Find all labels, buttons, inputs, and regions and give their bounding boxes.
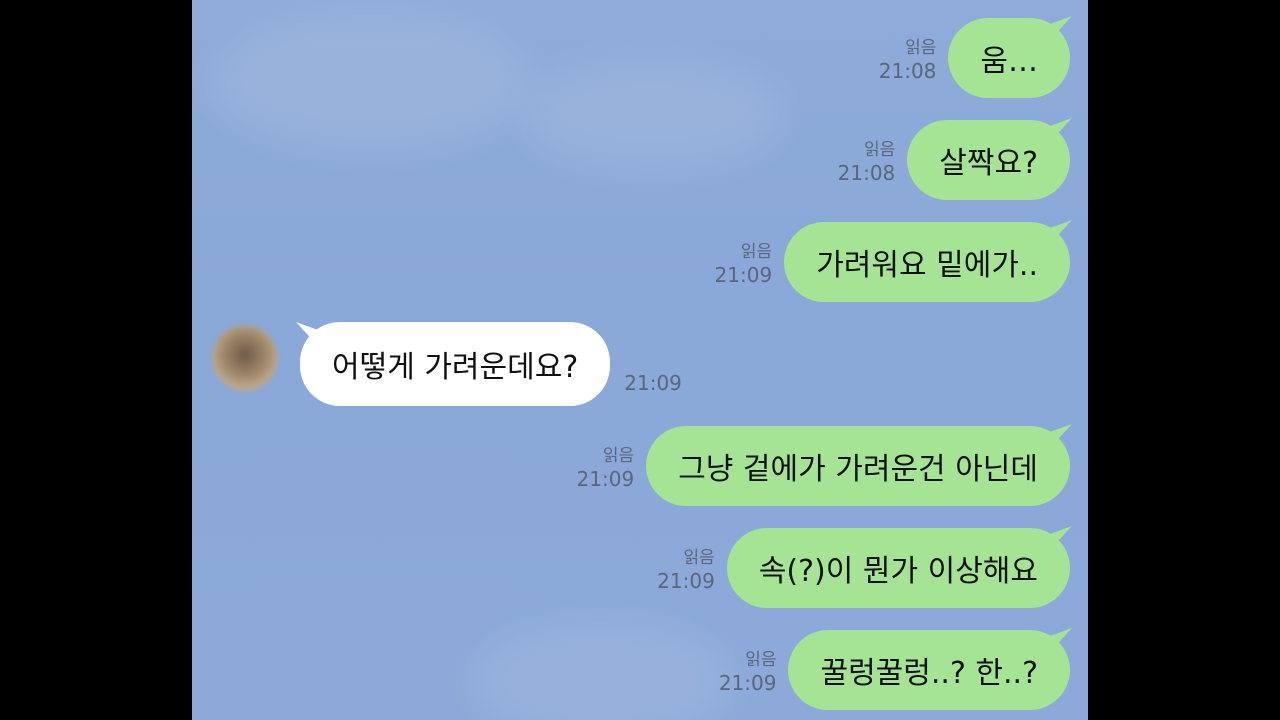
message-row-outgoing: 읽음 21:09 속(?)이 뭔가 이상해요 (657, 528, 1070, 608)
message-meta: 읽음 21:08 (838, 140, 896, 186)
message-bubble-outgoing[interactable]: 살짝요? (907, 120, 1070, 200)
message-bubble-outgoing[interactable]: 그냥 겉에가 가려운건 아닌데 (646, 426, 1070, 506)
background-cloud (522, 60, 782, 170)
chat-panel[interactable]: 읽음 21:08 움… 읽음 21:08 살짝요? 읽음 21:09 가려워요 … (192, 0, 1088, 720)
message-row-outgoing: 읽음 21:09 가려워요 밑에가.. (715, 222, 1070, 302)
background-cloud (212, 10, 532, 150)
message-row-outgoing: 읽음 21:08 살짝요? (838, 120, 1070, 200)
message-row-outgoing: 읽음 21:08 움… (879, 18, 1070, 98)
message-time: 21:08 (878, 59, 937, 83)
message-row-outgoing: 읽음 21:09 그냥 겉에가 가려운건 아닌데 (577, 426, 1070, 506)
read-receipt: 읽음 (602, 446, 635, 466)
read-receipt: 읽음 (683, 548, 715, 568)
message-meta: 읽음 21:09 (715, 242, 773, 288)
message-bubble-outgoing[interactable]: 움… (948, 18, 1070, 98)
message-time: 21:09 (714, 263, 773, 287)
message-text: 속(?)이 뭔가 이상해요 (758, 554, 1038, 589)
message-bubble-outgoing[interactable]: 가려워요 밑에가.. (784, 222, 1070, 302)
message-text: 가려워요 밑에가.. (816, 248, 1038, 283)
message-time: 21:09 (576, 467, 635, 491)
message-time: 21:09 (624, 371, 682, 395)
message-bubble-incoming[interactable]: 어떻게 가려운데요? (300, 322, 611, 406)
message-text: 움… (980, 44, 1038, 79)
message-bubble-outgoing[interactable]: 꿀렁꿀렁..? 한..? (788, 630, 1070, 710)
read-receipt: 읽음 (740, 242, 773, 262)
message-text: 그냥 겉에가 가려운건 아닌데 (678, 452, 1038, 487)
message-row-outgoing: 읽음 21:09 꿀렁꿀렁..? 한..? (719, 630, 1070, 710)
message-time: 21:09 (718, 671, 777, 695)
message-text: 꿀렁꿀렁..? 한..? (820, 656, 1038, 691)
message-meta: 읽음 21:08 (879, 38, 937, 84)
read-receipt: 읽음 (905, 38, 937, 58)
message-time: 21:09 (657, 569, 715, 593)
message-meta: 읽음 21:09 (719, 650, 777, 696)
message-text: 어떻게 가려운데요? (332, 350, 579, 385)
avatar[interactable] (212, 325, 278, 391)
read-receipt: 읽음 (745, 650, 777, 670)
message-text: 살짝요? (939, 146, 1038, 181)
message-meta: 읽음 21:09 (577, 446, 635, 492)
message-time: 21:08 (837, 161, 896, 185)
message-row-incoming: 어떻게 가려운데요? 21:09 (212, 322, 682, 406)
background-cloud (472, 620, 732, 720)
message-bubble-outgoing[interactable]: 속(?)이 뭔가 이상해요 (726, 528, 1070, 608)
message-meta: 읽음 21:09 (657, 548, 715, 594)
read-receipt: 읽음 (863, 140, 896, 160)
